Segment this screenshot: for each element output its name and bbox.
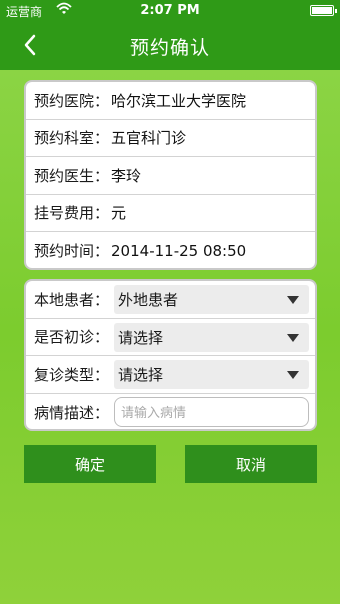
info-value: 哈尔滨工业大学医院: [111, 91, 247, 110]
first-visit-select[interactable]: 请选择: [114, 322, 309, 352]
info-value: 李玲: [111, 166, 142, 185]
nav-bar: 预约确认: [0, 20, 340, 70]
local-patient-select[interactable]: 外地患者: [114, 285, 309, 314]
form-row-local-patient: 本地患者： 外地患者: [26, 281, 315, 319]
dropdown-arrow-icon: [287, 333, 299, 342]
form-label: 是否初诊：: [34, 328, 110, 347]
revisit-type-select[interactable]: 请选择: [114, 360, 309, 389]
info-value: 2014-11-25 08:50: [111, 241, 247, 260]
info-row-time: 预约时间： 2014-11-25 08:50: [26, 232, 315, 268]
info-value: 五官科门诊: [111, 129, 187, 148]
info-row-department: 预约科室： 五官科门诊: [26, 120, 315, 157]
info-label: 预约科室：: [34, 129, 110, 148]
form-label: 本地患者：: [34, 290, 110, 309]
info-label: 预约医院：: [34, 91, 110, 110]
status-time: 2:07 PM: [140, 3, 200, 18]
condition-input[interactable]: 请输入病情: [114, 396, 309, 427]
battery-icon: [310, 5, 337, 16]
info-label: 预约时间：: [34, 242, 110, 261]
status-bar: 运营商 2:07 PM: [0, 0, 340, 20]
dropdown-arrow-icon: [287, 296, 299, 304]
select-value: 请选择: [118, 366, 164, 384]
appointment-form-card: 本地患者： 外地患者 是否初诊： 请选择 复诊类型： 请选择 病情描述： 请输入…: [24, 279, 317, 431]
form-label: 复诊类型：: [34, 365, 110, 384]
info-label: 预约医生：: [34, 166, 110, 185]
dropdown-arrow-icon: [287, 371, 299, 379]
page-title: 预约确认: [129, 37, 210, 59]
form-row-revisit-type: 复诊类型： 请选择: [26, 356, 315, 394]
form-row-first-visit: 是否初诊： 请选择: [26, 319, 315, 356]
info-row-hospital: 预约医院： 哈尔滨工业大学医院: [26, 82, 315, 120]
appointment-info-card: 预约医院： 哈尔滨工业大学医院 预约科室： 五官科门诊 预约医生： 李玲 挂号费…: [24, 80, 317, 270]
form-label: 病情描述：: [34, 403, 110, 422]
confirm-button[interactable]: 确定: [24, 445, 156, 483]
cancel-button[interactable]: 取消: [185, 445, 317, 483]
info-value: 元: [111, 204, 127, 223]
select-value: 请选择: [118, 328, 164, 347]
info-row-doctor: 预约医生： 李玲: [26, 157, 315, 195]
select-value: 外地患者: [118, 291, 179, 309]
info-row-fee: 挂号费用： 元: [26, 195, 315, 232]
form-row-condition: 病情描述： 请输入病情: [26, 394, 315, 430]
info-label: 挂号费用：: [34, 204, 110, 223]
